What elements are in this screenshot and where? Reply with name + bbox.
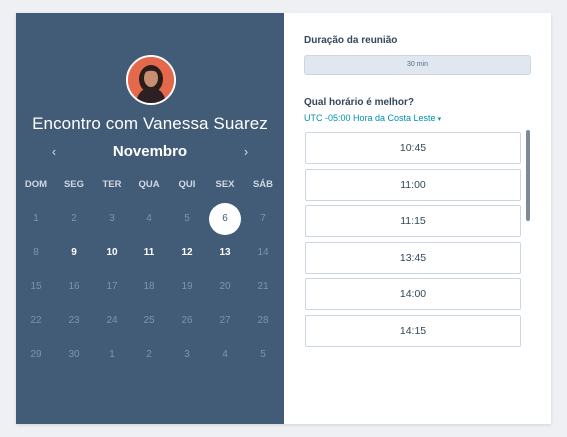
time-slot-button[interactable]: 14:15 [305,314,521,347]
calendar-day-selected[interactable]: 6 [209,203,241,235]
weekday-label: QUI [178,179,196,190]
calendar-day[interactable]: 9 [58,237,90,269]
calendar-day[interactable]: 12 [171,237,203,269]
weekday-label: SÁB [252,179,274,190]
host-avatar [126,55,176,105]
calendar-day: 1 [33,213,39,224]
time-selection-panel: Duração da reunião 30 min Qual horário é… [284,13,551,424]
weekday-label: QUA [138,179,160,190]
calendar-day: 2 [146,349,152,360]
time-slot-list[interactable]: 10:45 11:00 11:15 13:45 14:00 14:15 [305,132,521,348]
meeting-scheduler-card: Encontro com Vanessa Suarez ‹ Novembro ›… [16,13,551,424]
calendar-day: 22 [30,315,42,326]
weekday-header: DOM SEG TER QUA QUI SEX SÁB [16,179,284,195]
time-slot-button[interactable]: 11:15 [305,205,521,237]
timezone-label: UTC -05:00 Hora da Costa Leste [304,113,436,123]
calendar-day: 26 [181,315,193,326]
time-question-label: Qual horário é melhor? [304,97,415,108]
calendar-day: 30 [68,349,80,360]
time-slot-scrollbar[interactable] [526,130,530,221]
calendar-day: 7 [260,213,266,224]
calendar-day: 15 [30,281,42,292]
calendar-day: 18 [143,281,155,292]
weekday-label: SEX [215,179,235,190]
caret-down-icon: ▾ [437,116,442,123]
calendar-day: 4 [146,213,152,224]
calendar-day: 19 [181,281,193,292]
calendar-day: 21 [257,281,269,292]
chevron-right-icon[interactable]: › [236,142,256,162]
calendar-day: 25 [143,315,155,326]
calendar-day[interactable]: 11 [133,237,165,269]
calendar-day: 23 [68,315,80,326]
calendar-day: 3 [109,213,115,224]
time-slot-button[interactable]: 13:45 [305,241,521,274]
calendar-day: 8 [33,247,39,258]
calendar-day: 16 [68,281,80,292]
chevron-left-icon[interactable]: ‹ [44,142,64,162]
month-navigation: ‹ Novembro › [16,142,284,162]
weekday-label: TER [102,179,122,190]
calendar-day: 24 [106,315,118,326]
calendar-day[interactable]: 13 [209,237,241,269]
calendar-day: 27 [219,315,231,326]
calendar-day: 1 [109,349,115,360]
duration-label: Duração da reunião [304,35,398,46]
duration-selector[interactable]: 30 min [304,55,531,75]
weekday-label: SEG [63,179,85,190]
calendar-day: 17 [106,281,118,292]
calendar-day: 3 [184,349,190,360]
host-title: Encontro com Vanessa Suarez [32,114,268,133]
calendar-day: 5 [184,213,190,224]
time-slot-button[interactable]: 14:00 [305,278,521,310]
calendar-day: 14 [257,247,269,258]
calendar-day: 20 [219,281,231,292]
timezone-selector[interactable]: UTC -05:00 Hora da Costa Leste ▾ [304,113,441,123]
person-avatar-icon [128,57,174,103]
weekday-label: DOM [24,179,48,190]
calendar-day: 4 [222,349,228,360]
time-slot-button[interactable]: 10:45 [305,132,521,164]
time-slot-button[interactable]: 11:00 [305,168,521,201]
calendar-day: 5 [260,349,266,360]
calendar-day[interactable]: 10 [96,237,128,269]
calendar-day: 2 [71,213,77,224]
calendar-day: 28 [257,315,269,326]
calendar-panel: Encontro com Vanessa Suarez ‹ Novembro ›… [16,13,284,424]
calendar-day: 29 [30,349,42,360]
